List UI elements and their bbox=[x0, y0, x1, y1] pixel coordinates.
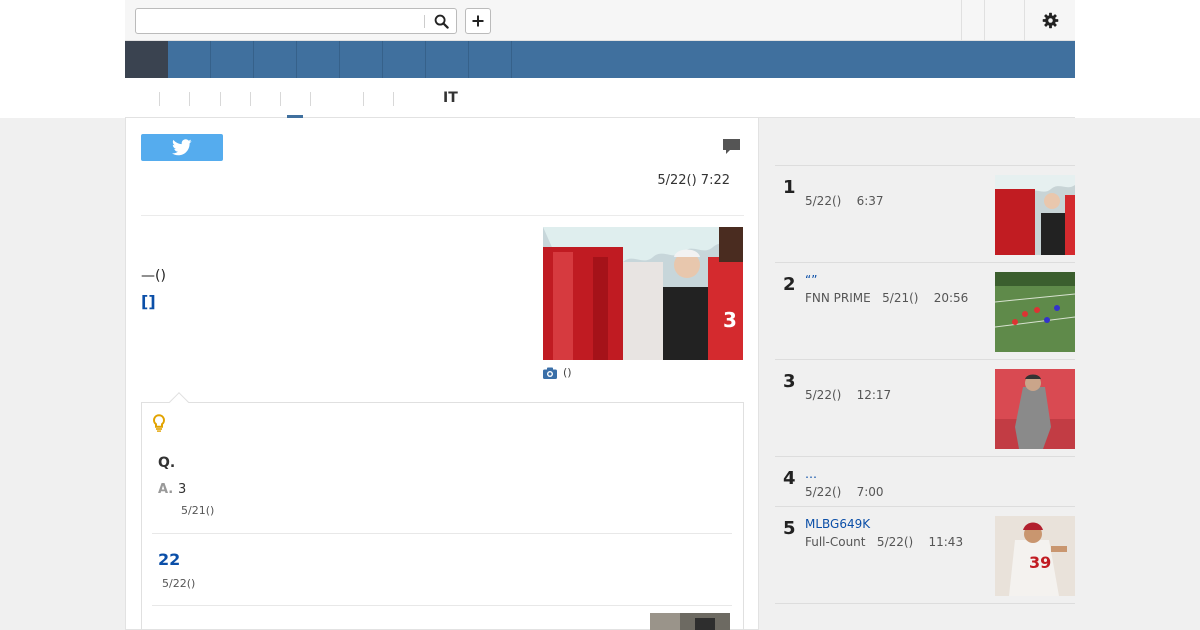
qa-count-date: 5/22() bbox=[162, 577, 196, 590]
rank-number: 2 bbox=[783, 274, 796, 295]
camera-icon bbox=[543, 367, 557, 379]
search-button[interactable] bbox=[430, 11, 452, 31]
ranking-item[interactable]: 4 … 5/22() 7:00 bbox=[775, 457, 1075, 507]
thumbnail-image bbox=[995, 369, 1075, 449]
nav-tab[interactable] bbox=[469, 41, 512, 78]
sub-category-nav: IT bbox=[125, 78, 1075, 118]
nav-tab[interactable] bbox=[168, 41, 211, 78]
comment-icon[interactable] bbox=[722, 138, 741, 156]
divider bbox=[152, 605, 732, 606]
photo-image: 3 bbox=[543, 227, 743, 360]
photo-caption[interactable]: () bbox=[543, 366, 572, 379]
divider bbox=[152, 533, 732, 534]
nav-tab[interactable] bbox=[254, 41, 297, 78]
nav-tab[interactable] bbox=[340, 41, 383, 78]
header-bar bbox=[125, 0, 1075, 41]
thumbnail-image bbox=[995, 272, 1075, 352]
search-box bbox=[135, 8, 457, 34]
rank-title[interactable]: … bbox=[805, 467, 817, 481]
subnav-separator bbox=[393, 92, 394, 106]
rank-meta: 5/22() 7:00 bbox=[805, 485, 884, 499]
qa-box-notch bbox=[169, 392, 189, 412]
search-icon bbox=[434, 14, 449, 29]
subnav-separator bbox=[310, 92, 311, 106]
rank-thumbnail[interactable] bbox=[995, 369, 1075, 449]
divider bbox=[141, 215, 744, 216]
thumbnail-image: 39 bbox=[995, 516, 1075, 596]
subnav-separator bbox=[189, 92, 190, 106]
nav-tab[interactable] bbox=[383, 41, 426, 78]
qa-answer-label: A. bbox=[158, 482, 174, 497]
subnav-separator bbox=[280, 92, 281, 106]
header-divider bbox=[961, 0, 962, 41]
settings-button[interactable] bbox=[1025, 0, 1075, 41]
rank-title[interactable]: “” bbox=[805, 273, 817, 287]
add-button[interactable] bbox=[465, 8, 491, 34]
qa-answer-date: 5/21() bbox=[181, 504, 215, 517]
rank-thumbnail[interactable]: 39 bbox=[995, 516, 1075, 596]
nav-tab[interactable] bbox=[211, 41, 254, 78]
article-link[interactable]: [] bbox=[141, 293, 156, 311]
thumbnail-image bbox=[995, 175, 1075, 255]
nav-tab[interactable] bbox=[426, 41, 469, 78]
subnav-separator bbox=[220, 92, 221, 106]
rank-number: 1 bbox=[783, 177, 796, 198]
svg-text:39: 39 bbox=[1029, 553, 1051, 572]
rank-meta: 5/22() 12:17 bbox=[805, 388, 892, 402]
subnav-separator bbox=[250, 92, 251, 106]
rank-meta: Full-Count 5/22() 11:43 bbox=[805, 535, 964, 549]
nav-tab-home[interactable] bbox=[125, 41, 168, 78]
twitter-bird-icon bbox=[172, 139, 192, 156]
article-photo[interactable]: 3 bbox=[543, 227, 743, 360]
svg-text:3: 3 bbox=[723, 308, 737, 332]
ranking-item[interactable]: 3 5/22() 12:17 bbox=[775, 360, 1075, 457]
search-input[interactable] bbox=[138, 11, 422, 31]
article-date: 5/22() 7:22 bbox=[657, 173, 730, 188]
rank-number: 4 bbox=[783, 468, 796, 489]
qa-thumbnail[interactable] bbox=[650, 613, 730, 630]
twitter-share-button[interactable] bbox=[141, 134, 223, 161]
lightbulb-icon bbox=[153, 414, 165, 432]
article-panel: 5/22() 7:22 —() [] 3 () Q. A. 3 5/21() 2… bbox=[125, 118, 759, 630]
photo-caption-text: () bbox=[563, 366, 572, 379]
qa-answer-text: 3 bbox=[178, 482, 187, 497]
rank-thumbnail[interactable] bbox=[995, 175, 1075, 255]
qa-box: Q. A. 3 5/21() 22 5/22() bbox=[141, 392, 744, 630]
article-summary: —() bbox=[141, 268, 166, 284]
plus-icon bbox=[472, 15, 484, 27]
rank-number: 5 bbox=[783, 518, 796, 539]
rank-meta: 5/22() 6:37 bbox=[805, 194, 884, 208]
subnav-separator bbox=[159, 92, 160, 106]
rank-meta: FNN PRIME 5/21() 20:56 bbox=[805, 291, 969, 305]
qa-count-link[interactable]: 22 bbox=[158, 551, 180, 569]
rank-number: 3 bbox=[783, 371, 796, 392]
rank-thumbnail[interactable] bbox=[995, 272, 1075, 352]
qa-question[interactable]: Q. bbox=[158, 455, 175, 471]
nav-tab[interactable] bbox=[297, 41, 340, 78]
thumbnail-image bbox=[650, 613, 730, 630]
subnav-item-it[interactable]: IT bbox=[443, 90, 458, 106]
ranking-item[interactable]: 1 5/22() 6:37 bbox=[775, 166, 1075, 263]
rank-title[interactable]: MLBG649K bbox=[805, 517, 870, 531]
ranking-item[interactable]: 2 “” FNN PRIME 5/21() 20:56 bbox=[775, 263, 1075, 360]
ranking-list: 1 5/22() 6:37 2 “” FNN PRIME 5/21() 20:5… bbox=[775, 165, 1075, 604]
category-nav bbox=[125, 41, 1075, 78]
subnav-separator bbox=[363, 92, 364, 106]
ranking-item[interactable]: 5 MLBG649K Full-Count 5/22() 11:43 39 bbox=[775, 507, 1075, 604]
search-separator bbox=[424, 15, 425, 28]
gear-icon bbox=[1042, 12, 1058, 29]
header-divider bbox=[984, 0, 985, 41]
